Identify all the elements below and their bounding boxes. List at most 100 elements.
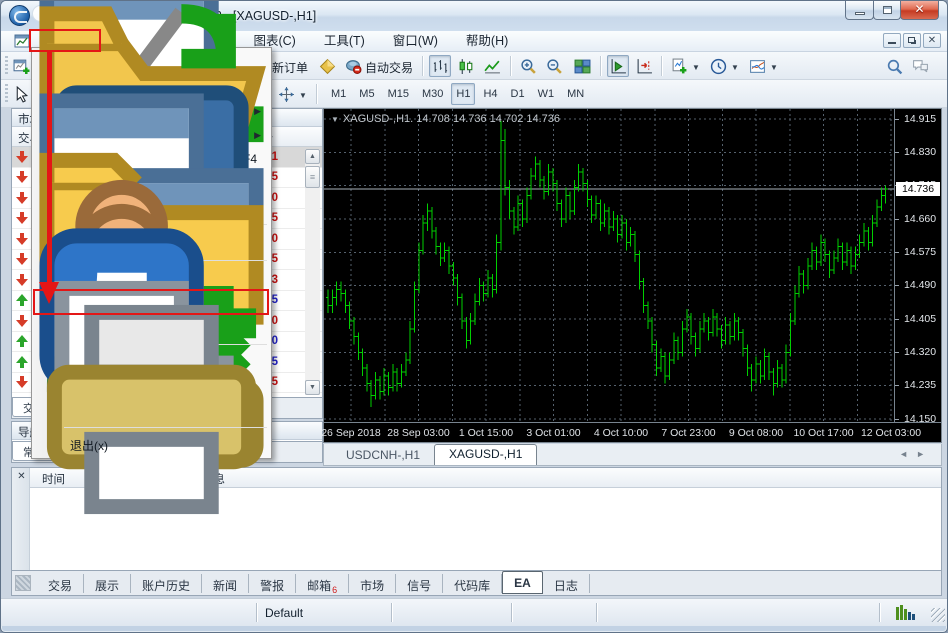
timeframe-button[interactable]: H4 xyxy=(478,83,502,105)
restore-button[interactable] xyxy=(873,1,901,20)
timeframe-button[interactable]: D1 xyxy=(506,83,530,105)
periods-button[interactable] xyxy=(707,55,729,77)
menu-item[interactable]: 窗口(W) xyxy=(379,31,452,52)
panel-grip-icon[interactable] xyxy=(15,575,31,591)
chevron-down-icon[interactable]: ▼ xyxy=(331,115,339,124)
line-studies-button[interactable] xyxy=(275,83,297,105)
profile-name[interactable]: Default xyxy=(265,606,303,620)
terminal-tab[interactable]: EA xyxy=(502,571,543,594)
indicators-dropdown-icon[interactable]: ▼ xyxy=(692,63,700,72)
cursor-tool-button[interactable] xyxy=(10,83,32,105)
file-menu-item[interactable]: 退出(x) xyxy=(32,434,271,458)
mdi-close-button[interactable]: ✕ xyxy=(923,33,941,48)
close-button[interactable]: ✕ xyxy=(900,1,939,20)
time-axis[interactable]: 26 Sep 201828 Sep 03:001 Oct 15:003 Oct … xyxy=(324,422,941,442)
price-direction-arrow-icon xyxy=(12,147,32,167)
timeframe-button[interactable]: W1 xyxy=(533,83,560,105)
new-order-button[interactable]: 新订单 xyxy=(272,59,308,76)
timeframe-button[interactable]: M1 xyxy=(326,83,351,105)
terminal-close-icon[interactable]: ✕ xyxy=(15,471,28,484)
line-studies-dropdown-icon[interactable]: ▼ xyxy=(299,91,307,100)
mdi-minimize-button[interactable] xyxy=(883,33,901,48)
market-watch-scrollbar[interactable]: ▲ ▼ xyxy=(305,149,320,395)
price-direction-arrow-icon xyxy=(12,311,32,331)
terminal-tab[interactable]: 信号 xyxy=(396,574,443,593)
timeframe-button[interactable]: M15 xyxy=(383,83,414,105)
zoom-out-button[interactable] xyxy=(543,55,565,77)
candlestick-chart[interactable] xyxy=(324,109,894,422)
terminal-grip[interactable]: ✕ xyxy=(12,468,30,570)
terminal-tab[interactable]: 账户历史 xyxy=(131,574,202,593)
mdi-restore-button[interactable] xyxy=(903,33,921,48)
application-window: ProfitMarketHK-Live2 - [XAGUSD-,H1] ✕ 文件… xyxy=(0,0,948,633)
terminal-tab[interactable]: 日志 xyxy=(543,574,590,593)
templates-dropdown-icon[interactable]: ▼ xyxy=(770,63,778,72)
timeframe-button[interactable]: M5 xyxy=(354,83,379,105)
chart-tab[interactable]: USDCNH-,H1 xyxy=(332,446,434,465)
toolbar-grip[interactable] xyxy=(5,84,8,104)
resize-grip[interactable] xyxy=(931,608,945,622)
terminal-tab[interactable]: 展示 xyxy=(84,574,131,593)
price-direction-arrow-icon xyxy=(12,208,32,228)
indicators-button[interactable] xyxy=(668,55,690,77)
annotation-box-login-item xyxy=(33,289,269,315)
chat-icon[interactable] xyxy=(909,55,931,77)
timeframe-button[interactable]: MN xyxy=(562,83,589,105)
terminal-tab[interactable]: 市场 xyxy=(349,574,396,593)
autotrading-icon[interactable] xyxy=(342,55,364,77)
new-chart-button[interactable] xyxy=(10,55,32,77)
menu-item-icon xyxy=(37,437,55,455)
price-tick-label: 14.830 xyxy=(904,146,936,158)
chart-ohlc-label: ▼XAGUSD-,H1. 14.708 14.736 14.702 14.736 xyxy=(331,113,560,125)
time-tick-label: 4 Oct 10:00 xyxy=(594,427,648,439)
scroll-up-icon[interactable]: ▲ xyxy=(305,149,320,164)
terminal-tab[interactable]: 警报 xyxy=(249,574,296,593)
chart-shift-button[interactable] xyxy=(633,55,655,77)
metaeditor-button[interactable] xyxy=(316,55,338,77)
search-icon[interactable] xyxy=(883,55,905,77)
file-menu-item[interactable] xyxy=(32,398,271,422)
line-chart-mode-button[interactable] xyxy=(481,55,503,77)
annotation-arrow-head-icon xyxy=(39,282,59,304)
chart-window[interactable]: 14.91514.83014.74514.66014.57514.49014.4… xyxy=(323,108,942,443)
current-price-tag: 14.736 xyxy=(896,182,940,196)
tab-scroll-arrows[interactable]: ◄► xyxy=(899,449,933,459)
toolbar-grip[interactable] xyxy=(5,56,8,76)
file-menu-item[interactable] xyxy=(32,421,271,434)
price-direction-arrow-icon xyxy=(12,352,32,372)
zoom-in-button[interactable] xyxy=(517,55,539,77)
price-axis[interactable]: 14.91514.83014.74514.66014.57514.49014.4… xyxy=(894,109,941,422)
price-tick-label: 14.660 xyxy=(904,213,936,225)
scroll-down-icon[interactable]: ▼ xyxy=(305,380,320,395)
tile-windows-button[interactable] xyxy=(571,55,593,77)
timeframe-bar: M1M5M15M30H1H4D1W1MN xyxy=(326,83,589,105)
mdi-close-icon: ✕ xyxy=(924,34,940,48)
minimize-button[interactable] xyxy=(845,1,874,20)
autotrading-button[interactable]: 自动交易 xyxy=(365,59,413,76)
terminal-tab[interactable]: 新闻 xyxy=(202,574,249,593)
scrollbar-thumb[interactable] xyxy=(305,166,320,188)
templates-button[interactable] xyxy=(746,55,768,77)
terminal-tab[interactable]: 交易 xyxy=(37,574,84,593)
bar-chart-mode-button[interactable] xyxy=(429,55,451,77)
timeframe-button[interactable]: M30 xyxy=(417,83,448,105)
chart-tab-bar: USDCNH-,H1XAGUSD-,H1 ◄► xyxy=(323,444,942,466)
terminal-tab[interactable]: 代码库 xyxy=(443,574,502,593)
menu-item[interactable]: 工具(T) xyxy=(310,31,379,52)
periods-dropdown-icon[interactable]: ▼ xyxy=(731,63,739,72)
price-tick-label: 14.320 xyxy=(904,346,936,358)
price-direction-arrow-icon xyxy=(12,372,32,392)
price-tick-label: 14.575 xyxy=(904,246,936,258)
time-tick-label: 10 Oct 17:00 xyxy=(793,427,853,439)
chart-tab[interactable]: XAGUSD-,H1 xyxy=(434,444,537,465)
menu-item[interactable]: 帮助(H) xyxy=(452,31,522,52)
terminal-tab[interactable]: 邮箱6 xyxy=(296,574,349,593)
timeframe-button[interactable]: H1 xyxy=(451,83,475,105)
time-tick-label: 28 Sep 03:00 xyxy=(387,427,449,439)
restore-icon xyxy=(883,6,892,14)
candlestick-mode-button[interactable] xyxy=(455,55,477,77)
status-bar: Default xyxy=(1,598,948,626)
auto-scroll-button[interactable] xyxy=(607,55,629,77)
price-tick-label: 14.235 xyxy=(904,379,936,391)
price-direction-arrow-icon xyxy=(12,270,32,290)
